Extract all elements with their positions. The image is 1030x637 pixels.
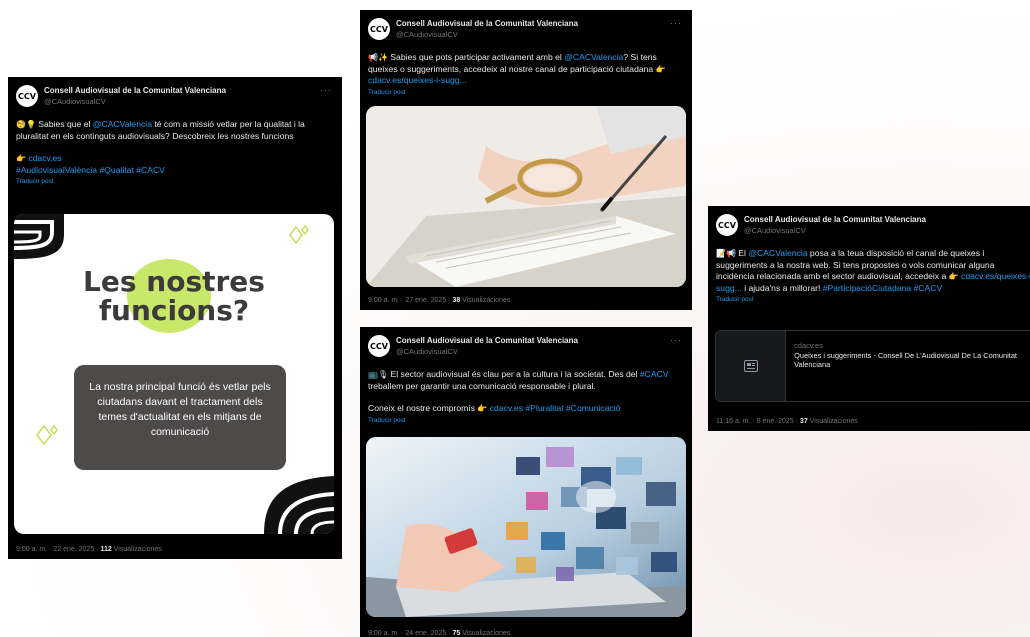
views-label: Visualizaciones — [460, 297, 511, 304]
graphic-title-line2: funcions? — [98, 294, 250, 327]
tweet-meta: 9:00 a. m. · 24 ene. 2025 · 75 Visualiza… — [368, 630, 510, 637]
more-options-icon[interactable]: ··· — [320, 85, 332, 95]
mention-link[interactable]: @CACValencia — [748, 248, 807, 258]
pointing-hand-icon: 👉 — [948, 272, 959, 282]
account-name[interactable]: Consell Audiovisual de la Comunitat Vale… — [396, 335, 578, 346]
graphic-text-box: La nostra principal funció és vetlar pel… — [74, 365, 286, 470]
avatar[interactable]: CCV — [368, 335, 390, 357]
tweet-card-compromis[interactable]: CCV Consell Audiovisual de la Comunitat … — [360, 327, 692, 637]
tweet-text-part: i ajuda'ns a millorar! — [741, 282, 823, 293]
avatar[interactable]: CCV — [368, 18, 390, 40]
timestamp[interactable]: 9:00 a. m. · 22 ene. 2025 · — [16, 546, 100, 553]
avatar-text: CCV — [718, 220, 736, 230]
hashtags[interactable]: #ParticipacióCiutadana #CACV — [823, 283, 942, 293]
more-options-icon[interactable]: ··· — [670, 335, 682, 345]
thinking-emoji-icon: 🧐💡 — [16, 120, 36, 129]
translate-post-link[interactable]: Traducir post — [16, 178, 334, 185]
tweet-meta: 11:16 a. m. · 8 ene. 2025 · 37 Visualiza… — [716, 418, 858, 425]
hashtag-link[interactable]: #CACV — [640, 369, 669, 379]
website-link[interactable]: cdacv.es/queixes-i-sugg... — [368, 75, 467, 85]
tweet-text-part: Sabies que el — [35, 119, 93, 129]
magnifier-photo — [366, 106, 686, 287]
account-name[interactable]: Consell Audiovisual de la Comunitat Vale… — [396, 18, 578, 29]
tweet-meta: 9:00 a. m. · 22 ene. 2025 · 112 Visualiz… — [16, 546, 162, 553]
tweet-card-funcions[interactable]: CCV Consell Audiovisual de la Comunitat … — [8, 77, 342, 559]
avatar[interactable]: CCV — [16, 85, 38, 107]
translate-post-link[interactable]: Traducir post — [368, 89, 684, 96]
tweet-text: 📝📢 El @CACValencia posa a la teua dispos… — [716, 248, 1030, 294]
views-label: Visualizaciones — [460, 630, 511, 637]
account-name[interactable]: Consell Audiovisual de la Comunitat Vale… — [44, 85, 226, 96]
tweet-text-part: Sabies que pots participar activament am… — [387, 52, 565, 62]
avatar-text: CCV — [18, 91, 36, 101]
translate-post-link[interactable]: Traducir post — [368, 417, 684, 424]
tweet-card-participacio[interactable]: CCV Consell Audiovisual de la Comunitat … — [708, 206, 1030, 431]
card-title: Queixes i suggeriments - Consell De L'Au… — [794, 350, 1017, 370]
account-handle[interactable]: @CAudiovisualCV — [744, 225, 926, 236]
tweet-card-queixes[interactable]: CCV Consell Audiovisual de la Comunitat … — [360, 10, 692, 310]
mention-link[interactable]: @CACValencia — [93, 119, 152, 129]
avatar-text: CCV — [370, 24, 388, 34]
hashtags[interactable]: #Pluralitat #Comunicació — [525, 403, 620, 413]
timestamp[interactable]: 11:16 a. m. · 8 ene. 2025 · — [716, 418, 800, 425]
tweet-text: 🧐💡 Sabies que el @CACValencia té com a m… — [16, 119, 334, 176]
tweet-text-part: El sector audiovisual és clau per a la c… — [388, 369, 640, 379]
tweet-image-funcions[interactable]: Les nostres funcions? La nostra principa… — [14, 214, 334, 534]
pointing-hand-icon: 👉 — [655, 64, 666, 74]
memo-megaphone-icon: 📝📢 — [716, 249, 736, 258]
article-icon — [716, 331, 787, 401]
card-domain: cdacv.es — [794, 341, 823, 350]
tv-microphone-icon: 📺🎙 — [368, 370, 389, 379]
tweet-text-part: treballem per garantir una comunicació r… — [368, 380, 596, 391]
avatar-text: CCV — [370, 341, 388, 351]
tweet-text: 📺🎙 El sector audiovisual és clau per a l… — [368, 369, 684, 415]
timestamp[interactable]: 9:00 a. m. · 27 ene. 2025 · — [368, 297, 452, 304]
views-label: Visualizaciones — [111, 546, 162, 553]
tweet-header: CCV Consell Audiovisual de la Comunitat … — [368, 335, 684, 359]
tweet-header: CCV Consell Audiovisual de la Comunitat … — [368, 18, 684, 42]
views-label: Visualizaciones — [807, 418, 858, 425]
tweet-header: CCV Consell Audiovisual de la Comunitat … — [716, 214, 1022, 238]
translate-post-link[interactable]: Traducir post — [716, 296, 1022, 303]
mention-link[interactable]: @CACValencia — [564, 52, 623, 62]
graphic-title-line1: Les nostres — [83, 265, 265, 298]
media-photo — [366, 437, 686, 617]
tweet-image-magnifier[interactable] — [366, 106, 686, 287]
pointing-hand-icon: 👉 — [477, 404, 488, 414]
account-handle[interactable]: @CAudiovisualCV — [396, 29, 578, 40]
views-count: 37 — [799, 418, 808, 425]
account-handle[interactable]: @CAudiovisualCV — [396, 346, 578, 357]
website-link[interactable]: cdacv.es — [28, 153, 61, 163]
avatar[interactable]: CCV — [716, 214, 738, 236]
timestamp[interactable]: 9:00 a. m. · 24 ene. 2025 · — [368, 630, 452, 637]
graphic-title: Les nostres funcions? — [14, 267, 334, 325]
pointing-hand-icon: 👉 — [16, 154, 26, 164]
tweet-text: 📢✨ Sabies que pots participar activament… — [368, 52, 684, 87]
account-handle[interactable]: @CAudiovisualCV — [44, 96, 226, 107]
website-link[interactable]: cdacv.es — [490, 403, 523, 413]
more-options-icon[interactable]: ··· — [670, 18, 682, 28]
graphic-box-text: La nostra principal funció és vetlar pel… — [89, 381, 271, 438]
hashtags[interactable]: #AudiovisualValència #Qualitat #CACV — [16, 165, 165, 175]
views-count: 112 — [100, 546, 112, 553]
link-preview-card[interactable]: cdacv.es Queixes i suggeriments - Consel… — [715, 330, 1030, 402]
tweet-image-media[interactable] — [366, 437, 686, 617]
tweet-text-part: Coneix el nostre compromís — [368, 403, 478, 414]
tweet-text-part: El — [735, 248, 749, 258]
account-name[interactable]: Consell Audiovisual de la Comunitat Vale… — [744, 214, 926, 225]
tweet-meta: 9:00 a. m. · 27 ene. 2025 · 38 Visualiza… — [368, 297, 510, 304]
tweet-header: CCV Consell Audiovisual de la Comunitat … — [16, 85, 334, 109]
megaphone-sparkles-icon: 📢✨ — [368, 53, 388, 62]
